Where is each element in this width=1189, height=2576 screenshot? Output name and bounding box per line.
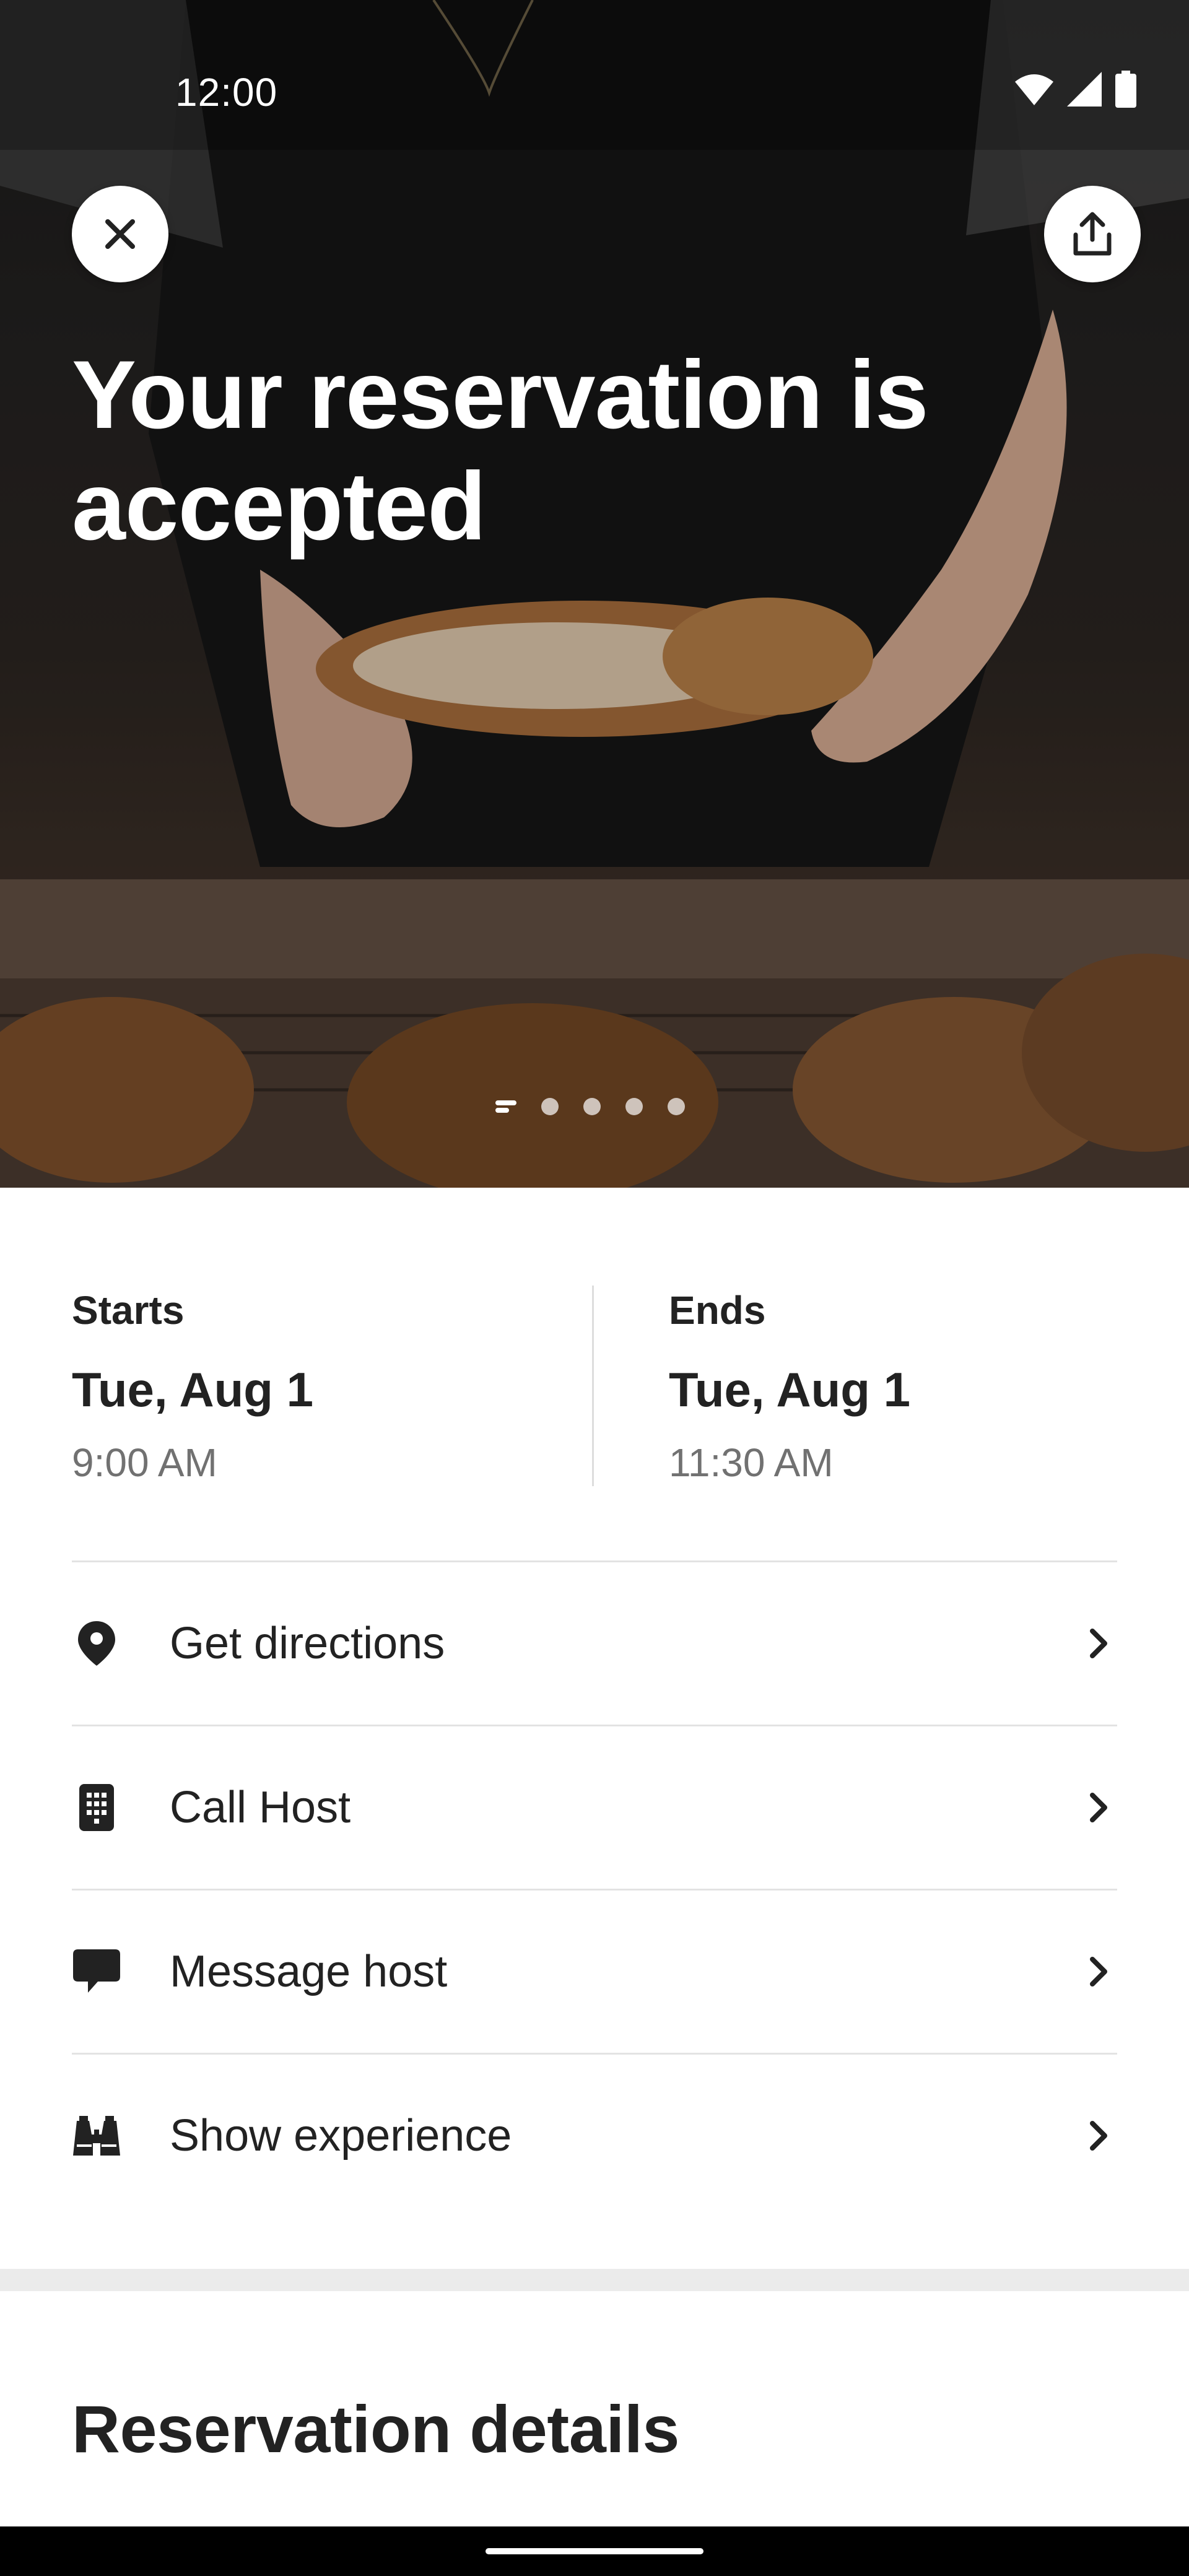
pager-dot-active[interactable]: [495, 1098, 516, 1115]
end-label: Ends: [669, 1288, 766, 1333]
pager-dot[interactable]: [583, 1098, 601, 1115]
start-time: 9:00 AM: [72, 1440, 217, 1485]
chevron-right-icon: [1080, 1625, 1117, 1662]
close-button[interactable]: [72, 186, 168, 282]
pager-dot[interactable]: [625, 1098, 643, 1115]
photo-pager[interactable]: [495, 1097, 685, 1116]
binoculars-icon: [72, 2111, 121, 2160]
end-time: 11:30 AM: [669, 1440, 834, 1485]
close-icon: [105, 219, 135, 249]
end-block: Ends Tue, Aug 1 11:30 AM: [669, 1286, 910, 1487]
status-icons: [1015, 69, 1136, 109]
get-directions-label: Get directions: [170, 1619, 445, 1668]
share-button[interactable]: [1044, 186, 1141, 282]
hero-overlay: [0, 0, 1189, 1188]
wifi-icon: [1015, 74, 1053, 105]
message-icon: [72, 1947, 121, 1996]
start-label: Starts: [72, 1288, 185, 1333]
end-date: Tue, Aug 1: [669, 1362, 910, 1417]
pager-dot[interactable]: [541, 1098, 559, 1115]
status-time: 12:00: [175, 70, 278, 115]
show-experience-label: Show experience: [170, 2111, 512, 2160]
chevron-right-icon: [1080, 1953, 1117, 1990]
show-experience-row[interactable]: Show experience: [72, 2055, 1117, 2217]
message-host-label: Message host: [170, 1947, 448, 1996]
signal-icon: [1067, 72, 1102, 107]
chevron-right-icon: [1080, 2117, 1117, 2154]
location-pin-icon: [72, 1619, 121, 1668]
get-directions-row[interactable]: Get directions: [72, 1562, 1117, 1725]
schedule-summary: Starts Tue, Aug 1 9:00 AM Ends Tue, Aug …: [72, 1286, 1117, 1486]
page-title: Your reservation is accepted: [72, 341, 929, 560]
call-host-row[interactable]: Call Host: [72, 1726, 1117, 1889]
schedule-divider: [592, 1286, 594, 1486]
phone-icon: [72, 1783, 121, 1832]
section-separator: [0, 2269, 1189, 2291]
start-date: Tue, Aug 1: [72, 1362, 313, 1417]
home-gesture-bar[interactable]: [486, 2548, 703, 2554]
start-block: Starts Tue, Aug 1 9:00 AM: [72, 1286, 313, 1487]
reservation-details-heading: Reservation details: [72, 2391, 679, 2466]
call-host-label: Call Host: [170, 1783, 351, 1832]
pager-dot[interactable]: [668, 1098, 685, 1115]
message-host-row[interactable]: Message host: [72, 1891, 1117, 2053]
hero-photo[interactable]: 12:00 Your reservation is accepted: [0, 0, 1189, 1188]
battery-icon: [1115, 71, 1136, 108]
share-icon: [1073, 212, 1112, 256]
chevron-right-icon: [1080, 1789, 1117, 1826]
